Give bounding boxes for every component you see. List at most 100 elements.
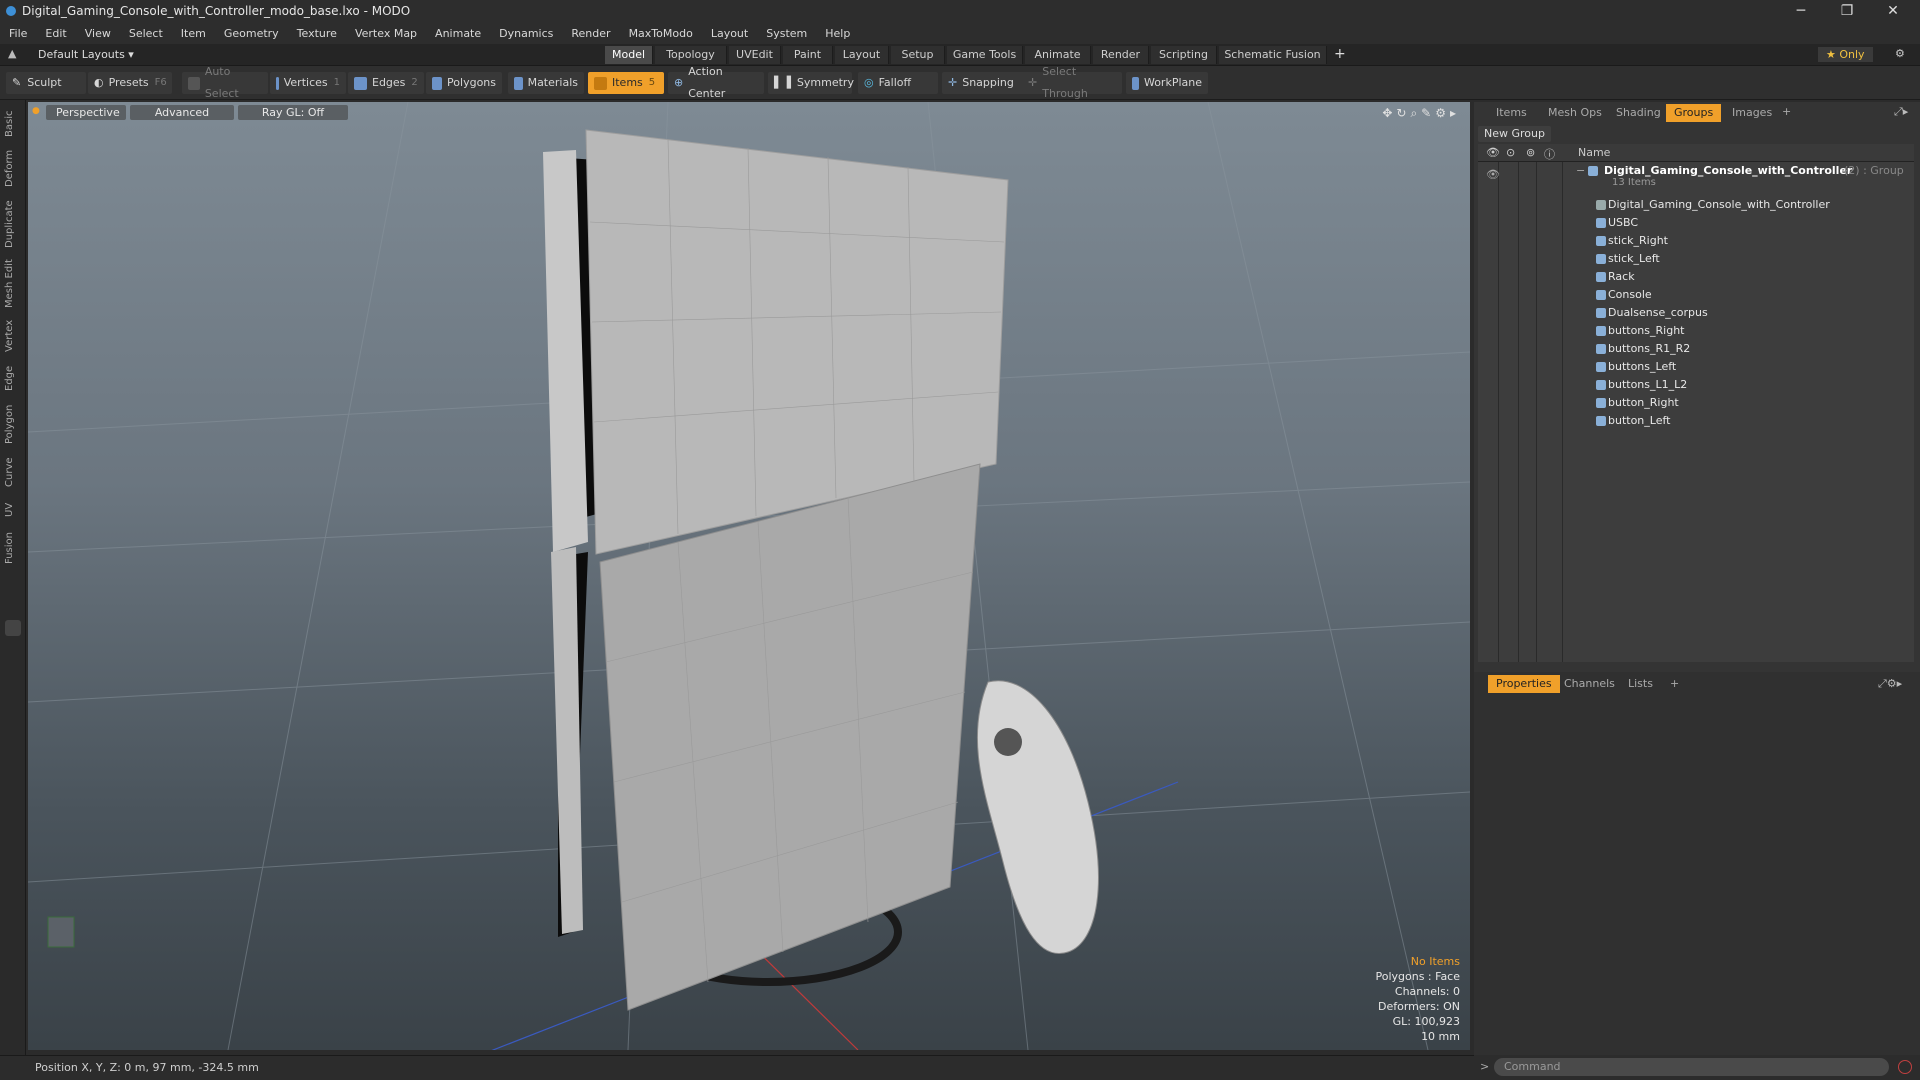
list-item[interactable]: buttons_Right [1478,322,1914,340]
tab-vertex[interactable]: Vertex [4,316,22,356]
layout-up-icon[interactable]: ▲ [8,47,16,60]
tab-fusion[interactable]: Fusion [4,528,22,568]
tab-basic[interactable]: Basic [4,106,22,142]
menu-item[interactable]: Item [172,27,215,40]
menu-select[interactable]: Select [120,27,172,40]
tab-game-tools[interactable]: Game Tools [947,46,1023,64]
tab-curve[interactable]: Curve [4,452,22,492]
menu-vertex-map[interactable]: Vertex Map [346,27,426,40]
tab-deform[interactable]: Deform [4,146,22,190]
menu-bar: File Edit View Select Item Geometry Text… [0,22,1920,44]
collapse-icon[interactable]: − [1576,164,1585,177]
tab-polygon[interactable]: Polygon [4,400,22,448]
layout-dropdown[interactable]: Default Layouts ▾ [38,48,134,61]
tab-channels[interactable]: Channels [1556,675,1623,693]
menu-texture[interactable]: Texture [288,27,346,40]
sculpt-button[interactable]: ✎ Sculpt [6,72,86,94]
tab-setup[interactable]: Setup [891,46,945,64]
add-tab-icon[interactable]: + [1334,46,1346,62]
snapping-button[interactable]: ✛ Snapping [942,72,1026,94]
new-group-button[interactable]: New Group [1478,126,1551,142]
materials-button[interactable]: Materials [508,72,584,94]
tab-mesh-ops[interactable]: Mesh Ops [1540,104,1610,122]
menu-geometry[interactable]: Geometry [215,27,288,40]
auto-select-button[interactable]: Auto Select [182,65,268,100]
tab-images[interactable]: Images [1724,104,1780,122]
falloff-button[interactable]: ◎ Falloff [858,72,938,94]
tab-edge[interactable]: Edge [4,360,22,396]
list-item[interactable]: stick_Left [1478,250,1914,268]
name-column-header[interactable]: Name [1578,146,1610,159]
vertices-button[interactable]: Vertices 1 [270,72,346,94]
add-panel-tab-icon[interactable]: + [1782,105,1791,118]
viewport-dot-icon[interactable]: ● [32,106,40,116]
presets-button[interactable]: ◐ Presets F6 [88,72,172,94]
menu-layout[interactable]: Layout [702,27,757,40]
menu-animate[interactable]: Animate [426,27,490,40]
lock-col-icon[interactable]: ⊙ [1506,146,1515,159]
stats-gl: GL: 100,923 [1392,1015,1460,1028]
symmetry-button[interactable]: ▌▐ Symmetry [768,72,854,94]
render-col-icon[interactable]: ⊚ [1526,146,1535,159]
tab-schematic-fusion[interactable]: Schematic Fusion [1219,46,1327,64]
select-through-button[interactable]: ✛ Select Through [1022,65,1122,100]
polygons-button[interactable]: Polygons [426,72,502,94]
record-icon[interactable] [1898,1060,1912,1074]
list-item[interactable]: buttons_Left [1478,358,1914,376]
group-row[interactable]: 👁 − Digital_Gaming_Console_with_Controll… [1478,162,1914,192]
menu-system[interactable]: System [757,27,816,40]
tab-model[interactable]: Model [605,46,653,64]
expand-panel-button[interactable] [5,620,21,636]
panel-expand-icon[interactable]: ⤢▸ [1894,105,1908,119]
list-item[interactable]: buttons_R1_R2 [1478,340,1914,358]
tab-properties[interactable]: Properties [1488,675,1560,693]
list-item[interactable]: buttons_L1_L2 [1478,376,1914,394]
close-icon[interactable]: ✕ [1870,0,1916,22]
tab-layout[interactable]: Layout [835,46,889,64]
visibility-eye-icon[interactable]: 👁 [1486,168,1500,181]
perspective-button[interactable]: Perspective [46,105,126,120]
menu-render[interactable]: Render [562,27,619,40]
minimize-icon[interactable]: ─ [1778,0,1824,22]
only-toggle[interactable]: ★ Only [1818,47,1873,62]
menu-edit[interactable]: Edit [36,27,75,40]
viewport-nav-icons[interactable]: ✥↻⌕✎⚙▸ [1382,106,1460,121]
list-item[interactable]: Dualsense_corpus [1478,304,1914,322]
edges-button[interactable]: Edges 2 [348,72,424,94]
props-settings-icon[interactable]: ⤢⚙▸ [1878,677,1902,691]
restore-icon[interactable]: ❐ [1824,0,1870,22]
add-props-tab-icon[interactable]: + [1670,677,1679,690]
menu-file[interactable]: File [0,27,36,40]
menu-view[interactable]: View [76,27,120,40]
tab-paint[interactable]: Paint [783,46,833,64]
gear-icon[interactable]: ⚙ [1895,47,1905,60]
workplane-button[interactable]: WorkPlane [1126,72,1208,94]
tab-scripting[interactable]: Scripting [1151,46,1217,64]
list-item[interactable]: Digital_Gaming_Console_with_Controller [1478,196,1914,214]
list-item[interactable]: USBC [1478,214,1914,232]
tab-uv[interactable]: UV [4,496,22,524]
tab-lists[interactable]: Lists [1620,675,1661,693]
advanced-button[interactable]: Advanced [130,105,234,120]
list-item[interactable]: button_Left [1478,412,1914,430]
menu-dynamics[interactable]: Dynamics [490,27,562,40]
select-col-icon[interactable]: ⓘ [1544,146,1555,162]
visibility-col-icon[interactable]: 👁 [1486,146,1500,159]
list-item[interactable]: Console [1478,286,1914,304]
raygl-button[interactable]: Ray GL: Off [238,105,348,120]
group-item-count: 13 Items [1612,177,1656,188]
list-item[interactable]: stick_Right [1478,232,1914,250]
command-input[interactable]: Command [1494,1058,1889,1076]
action-center-button[interactable]: ⊕ Action Center [668,65,764,100]
list-item[interactable]: Rack [1478,268,1914,286]
tab-mesh-edit[interactable]: Mesh Edit [4,256,22,312]
menu-help[interactable]: Help [816,27,859,40]
3d-viewport[interactable]: ● Perspective Advanced Ray GL: Off ✥↻⌕✎⚙… [28,102,1470,1050]
tab-groups[interactable]: Groups [1666,104,1722,122]
tab-shading[interactable]: Shading [1608,104,1669,122]
tab-items[interactable]: Items [1488,104,1535,122]
menu-maxtomodo[interactable]: MaxToModo [620,27,702,40]
tab-duplicate[interactable]: Duplicate [4,196,22,252]
list-item[interactable]: button_Right [1478,394,1914,412]
items-button[interactable]: Items 5 [588,72,664,94]
